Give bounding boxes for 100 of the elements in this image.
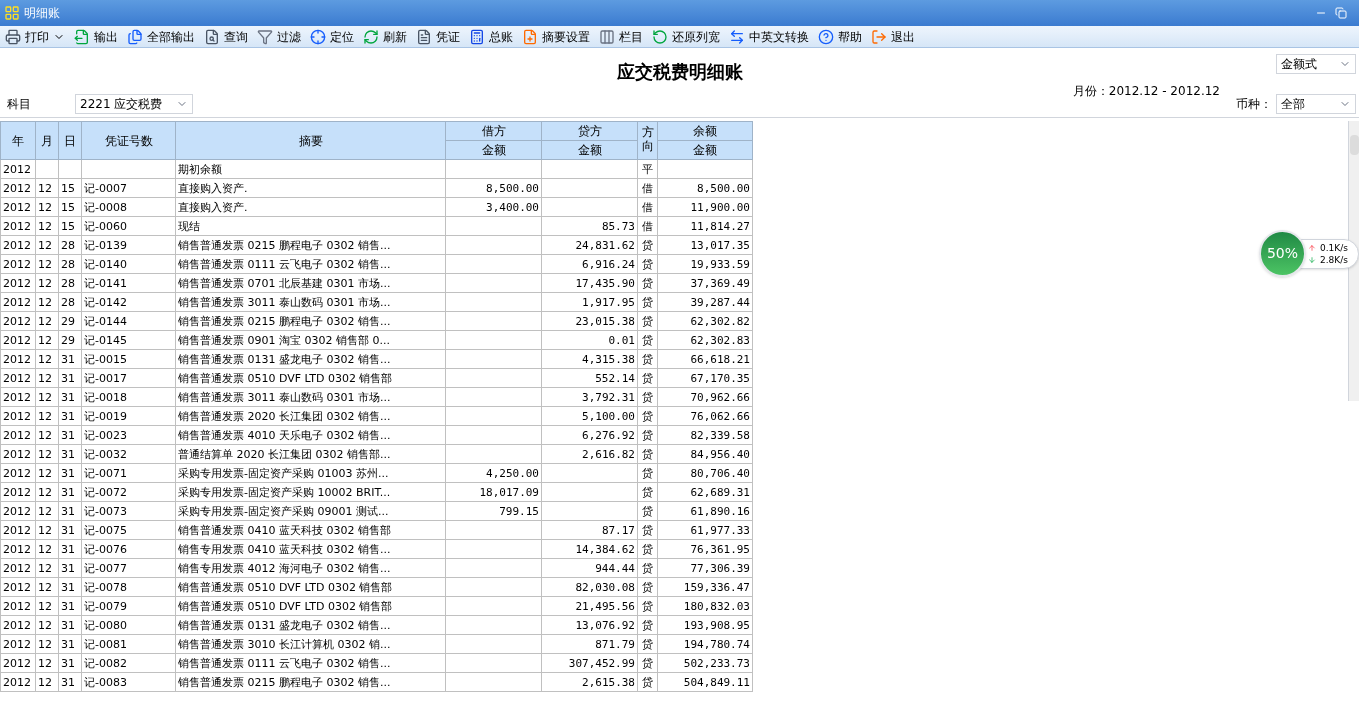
restore-icon[interactable] (1335, 7, 1347, 19)
credit-cell: 871.79 (541, 634, 638, 654)
subject-select[interactable]: 2221 应交税费 (75, 94, 193, 114)
year-cell: 2012 (0, 311, 36, 331)
voucher-cell: 记-0071 (81, 463, 176, 483)
summary-cell: 销售普通发票 3010 长江计算机 0302 销... (175, 634, 446, 654)
month-cell: 12 (35, 672, 59, 692)
month-cell: 12 (35, 216, 59, 236)
year-cell: 2012 (0, 254, 36, 274)
toolbar-button[interactable]: 总账 (468, 26, 514, 47)
year-cell: 2012 (0, 387, 36, 407)
balance-cell: 62,302.82 (657, 311, 753, 331)
voucher-cell: 记-0032 (81, 444, 176, 464)
month-cell: 12 (35, 539, 59, 559)
toolbar-button[interactable]: 刷新 (362, 26, 408, 47)
summary-cell: 期初余额 (175, 159, 446, 179)
toolbar-button[interactable]: 栏目 (598, 26, 644, 47)
window-title: 明细账 (24, 5, 60, 22)
debit-cell: 3,400.00 (445, 197, 542, 217)
month-cell: 12 (35, 425, 59, 445)
crosshair-icon (310, 28, 326, 45)
month-cell: 12 (35, 520, 59, 540)
year-cell: 2012 (0, 672, 36, 692)
credit-cell: 6,916.24 (541, 254, 638, 274)
document-arrow-icon (74, 28, 90, 45)
toolbar-button[interactable]: 查询 (203, 26, 249, 47)
funnel-icon (257, 28, 273, 45)
credit-cell: 14,384.62 (541, 539, 638, 559)
year-cell: 2012 (0, 520, 36, 540)
summary-cell: 销售普通发票 0701 北辰基建 0301 市场... (175, 273, 446, 293)
year-cell: 2012 (0, 349, 36, 369)
summary-cell: 销售普通发票 0131 盛龙电子 0302 销售... (175, 349, 446, 369)
voucher-cell: 记-0018 (81, 387, 176, 407)
voucher-cell: 记-0060 (81, 216, 176, 236)
day-cell: 31 (58, 596, 82, 616)
month-cell: 12 (35, 406, 59, 426)
scrollbar[interactable] (1348, 121, 1359, 401)
down-arrow-icon (1308, 256, 1316, 264)
voucher-cell: 记-0144 (81, 311, 176, 331)
column-header: 贷方 (541, 121, 638, 141)
year-cell: 2012 (0, 463, 36, 483)
toolbar-button[interactable]: 帮助 (817, 26, 863, 47)
direction-cell: 贷 (637, 292, 658, 312)
direction-cell: 贷 (637, 539, 658, 559)
toolbar-button[interactable]: 输出 (73, 26, 119, 47)
toolbar-button[interactable]: 打印 (4, 26, 66, 47)
credit-cell: 13,076.92 (541, 615, 638, 635)
month-cell: 12 (35, 577, 59, 597)
rotate-icon (652, 28, 668, 45)
summary-cell: 现结 (175, 216, 446, 236)
toolbar-button[interactable]: 摘要设置 (521, 26, 591, 47)
toolbar-button[interactable]: 定位 (309, 26, 355, 47)
balance-cell: 77,306.39 (657, 558, 753, 578)
credit-cell: 21,495.56 (541, 596, 638, 616)
month-cell: 12 (35, 444, 59, 464)
balance-cell: 37,369.49 (657, 273, 753, 293)
balance-cell: 70,962.66 (657, 387, 753, 407)
toolbar-button[interactable]: 中英文转换 (728, 26, 810, 47)
summary-cell: 采购专用发票-固定资产采购 10002 BRIT... (175, 482, 446, 502)
month-cell: 12 (35, 596, 59, 616)
balance-cell: 62,302.83 (657, 330, 753, 350)
summary-cell: 直接购入资产. (175, 178, 446, 198)
summary-cell: 销售普通发票 0510 DVF LTD 0302 销售部 (175, 368, 446, 388)
format-select[interactable]: 金额式 (1276, 54, 1356, 74)
summary-cell: 销售普通发票 3011 泰山数码 0301 市场... (175, 292, 446, 312)
credit-cell: 3,792.31 (541, 387, 638, 407)
day-cell: 15 (58, 178, 82, 198)
direction-cell: 借 (637, 178, 658, 198)
voucher-cell: 记-0080 (81, 615, 176, 635)
direction-cell: 贷 (637, 368, 658, 388)
toolbar-button[interactable]: 过滤 (256, 26, 302, 47)
balance-cell: 80,706.40 (657, 463, 753, 483)
balance-cell: 61,890.16 (657, 501, 753, 521)
voucher-cell: 记-0023 (81, 425, 176, 445)
column-header: 余额 (657, 121, 753, 141)
month-cell: 12 (35, 349, 59, 369)
summary-cell: 销售普通发票 0215 鹏程电子 0302 销售... (175, 672, 446, 692)
balance-cell: 76,361.95 (657, 539, 753, 559)
summary-cell: 销售普通发票 0215 鹏程电子 0302 销售... (175, 311, 446, 331)
balance-cell: 62,689.31 (657, 482, 753, 502)
toolbar-button[interactable]: 凭证 (415, 26, 461, 47)
voucher-cell: 记-0015 (81, 349, 176, 369)
summary-cell: 销售普通发票 0111 云飞电子 0302 销售... (175, 254, 446, 274)
currency-select[interactable]: 全部 (1276, 94, 1356, 114)
credit-cell: 307,452.99 (541, 653, 638, 673)
credit-cell: 0.01 (541, 330, 638, 350)
arrows-icon (729, 28, 745, 45)
direction-cell: 贷 (637, 235, 658, 255)
day-cell: 31 (58, 653, 82, 673)
balance-cell: 159,336.47 (657, 577, 753, 597)
toolbar-button[interactable]: 还原列宽 (651, 26, 721, 47)
balance-cell: 76,062.66 (657, 406, 753, 426)
toolbar-button[interactable]: 退出 (870, 26, 916, 47)
toolbar-button[interactable]: 全部输出 (126, 26, 196, 47)
up-arrow-icon (1308, 244, 1316, 252)
day-cell: 31 (58, 482, 82, 502)
credit-cell: 1,917.95 (541, 292, 638, 312)
credit-cell: 17,435.90 (541, 273, 638, 293)
summary-cell: 销售普通发票 2020 长江集团 0302 销售... (175, 406, 446, 426)
upload-speed: 0.1K/s (1320, 242, 1348, 254)
